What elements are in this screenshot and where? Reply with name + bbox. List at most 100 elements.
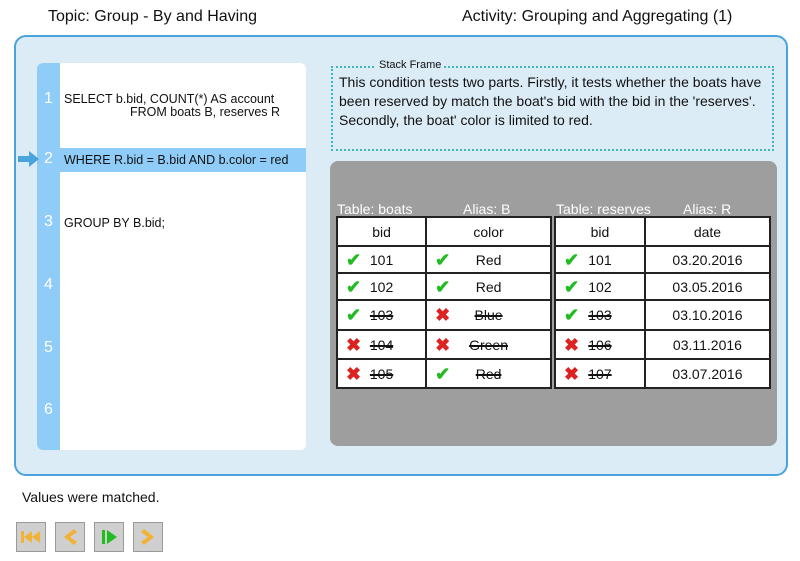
cell-value: Red <box>475 251 502 268</box>
line-number: 3 <box>44 213 53 230</box>
check-icon: ✔ <box>564 305 580 325</box>
reserves-alias-label: Alias: R <box>683 201 732 217</box>
cell-value: Blue <box>474 307 503 323</box>
table-row: ✖ 105 ✔ Red <box>335 358 552 389</box>
code-panel: 1 SELECT b.bid, COUNT(*) AS account FROM… <box>37 63 306 450</box>
cross-icon: ✖ <box>346 363 362 384</box>
cross-icon: ✖ <box>564 334 580 355</box>
line-number: 6 <box>44 401 53 418</box>
table-cell: ✖ 105 <box>335 358 428 389</box>
table-cell: ✖ 106 <box>554 329 646 360</box>
table-row: ✔ 101 ✔ Red <box>335 245 552 274</box>
check-icon: ✔ <box>346 276 362 297</box>
check-icon: ✔ <box>435 276 451 297</box>
table-row: ✔ 103 ✖ Blue <box>335 299 552 331</box>
cross-icon: ✖ <box>346 334 362 355</box>
check-icon: ✔ <box>346 305 362 325</box>
boats-table-label: Table: boats <box>337 201 413 217</box>
table-cell: ✖ 107 <box>554 358 646 389</box>
boats-table: bid color ✔ 101 ✔ Red ✔ 102 ✔ Red ✔ 103 ✖ Blue ✖ 104 ✖ Gr… <box>335 216 552 389</box>
line-number: 5 <box>44 339 53 356</box>
table-cell: ✔ 101 <box>554 245 646 274</box>
cell-value: 103 <box>369 307 394 323</box>
step-forward-button[interactable] <box>133 522 163 552</box>
table-cell: ✔ 101 <box>335 245 428 274</box>
code-line: GROUP BY B.bid; <box>64 216 165 230</box>
table-cell: ✔ Red <box>425 245 552 274</box>
code-line-continuation: FROM boats B, reserves R <box>130 105 281 119</box>
cross-icon: ✖ <box>435 305 451 325</box>
stack-frame-text: This condition tests two parts. Firstly,… <box>339 74 762 128</box>
cell-value: 102 <box>588 278 612 295</box>
cell-value: 106 <box>588 336 612 353</box>
table-cell: ✔ 103 <box>554 299 646 331</box>
cell-value: 103 <box>588 307 612 323</box>
table-row: ✖ 107 03.07.2016 <box>554 358 772 389</box>
cell-value: Red <box>475 278 502 295</box>
table-cell: ✔ 102 <box>554 272 646 301</box>
table-cell: ✔ 103 <box>335 299 428 331</box>
skip-to-start-icon <box>21 531 40 543</box>
reserves-table: bid date ✔ 101 03.20.2016 ✔ 102 03.05.2016 ✔ 103 0… <box>554 216 772 389</box>
table-cell: 03.20.2016 <box>643 245 772 274</box>
table-cell: 03.11.2016 <box>643 329 772 360</box>
table-row: ✔ 102 ✔ Red <box>335 272 552 301</box>
cell-value: 03.20.2016 <box>672 251 743 268</box>
table-row: ✔ 103 03.10.2016 <box>554 299 772 331</box>
cell-value: Red <box>475 365 502 382</box>
code-line-current: WHERE R.bid = B.bid AND b.color = red <box>64 153 289 167</box>
check-icon: ✔ <box>564 276 580 297</box>
cross-icon: ✖ <box>435 334 451 355</box>
status-message: Values were matched. <box>22 489 160 505</box>
boats-alias-label: Alias: B <box>463 201 511 217</box>
column-header: bid <box>335 216 428 247</box>
cell-value: 03.05.2016 <box>672 278 743 295</box>
reserves-table-label: Table: reserves <box>556 201 651 217</box>
cell-value: 03.10.2016 <box>672 307 743 323</box>
play-icon <box>102 530 117 544</box>
step-back-button[interactable] <box>55 522 85 552</box>
skip-to-start-button[interactable] <box>16 522 46 552</box>
check-icon: ✔ <box>435 249 451 270</box>
table-cell: 03.07.2016 <box>643 358 772 389</box>
cell-value: Green <box>469 336 509 353</box>
code-line: SELECT b.bid, COUNT(*) AS account <box>64 92 275 106</box>
table-row: ✖ 106 03.11.2016 <box>554 329 772 360</box>
cell-value: 104 <box>369 336 394 353</box>
cross-icon: ✖ <box>564 363 580 384</box>
table-cell: 03.10.2016 <box>643 299 772 331</box>
activity-title: Activity: Grouping and Aggregating (1) <box>462 8 733 25</box>
table-row: ✔ 101 03.20.2016 <box>554 245 772 274</box>
stack-frame-title: Stack Frame <box>376 59 445 71</box>
line-number-gutter <box>37 63 60 450</box>
table-cell: ✔ Red <box>425 272 552 301</box>
cell-value: 101 <box>588 251 612 268</box>
table-cell: ✖ Green <box>425 329 552 360</box>
check-icon: ✔ <box>564 249 580 270</box>
table-cell: ✔ Red <box>425 358 552 389</box>
play-button[interactable] <box>94 522 124 552</box>
line-number: 1 <box>44 90 53 107</box>
chevron-left-icon <box>64 529 77 545</box>
table-row: ✔ 102 03.05.2016 <box>554 272 772 301</box>
chevron-right-icon <box>141 529 154 545</box>
check-icon: ✔ <box>346 249 362 270</box>
cell-value: 102 <box>369 278 394 295</box>
cell-value: 03.11.2016 <box>672 336 742 353</box>
line-number: 4 <box>44 276 53 293</box>
table-cell: 03.05.2016 <box>643 272 772 301</box>
topic-title: Topic: Group - By and Having <box>48 8 257 25</box>
cell-value: 105 <box>369 365 394 382</box>
cell-value: 03.07.2016 <box>672 365 743 382</box>
current-line-arrow-icon <box>18 151 39 167</box>
line-number: 2 <box>44 150 53 167</box>
column-header: date <box>643 216 772 247</box>
cell-value: 101 <box>369 251 394 268</box>
table-cell: ✖ 104 <box>335 329 428 360</box>
column-header: color <box>425 216 552 247</box>
check-icon: ✔ <box>435 363 451 384</box>
cell-value: 107 <box>588 365 612 382</box>
table-cell: ✔ 102 <box>335 272 428 301</box>
column-header: bid <box>554 216 646 247</box>
table-row: ✖ 104 ✖ Green <box>335 329 552 360</box>
